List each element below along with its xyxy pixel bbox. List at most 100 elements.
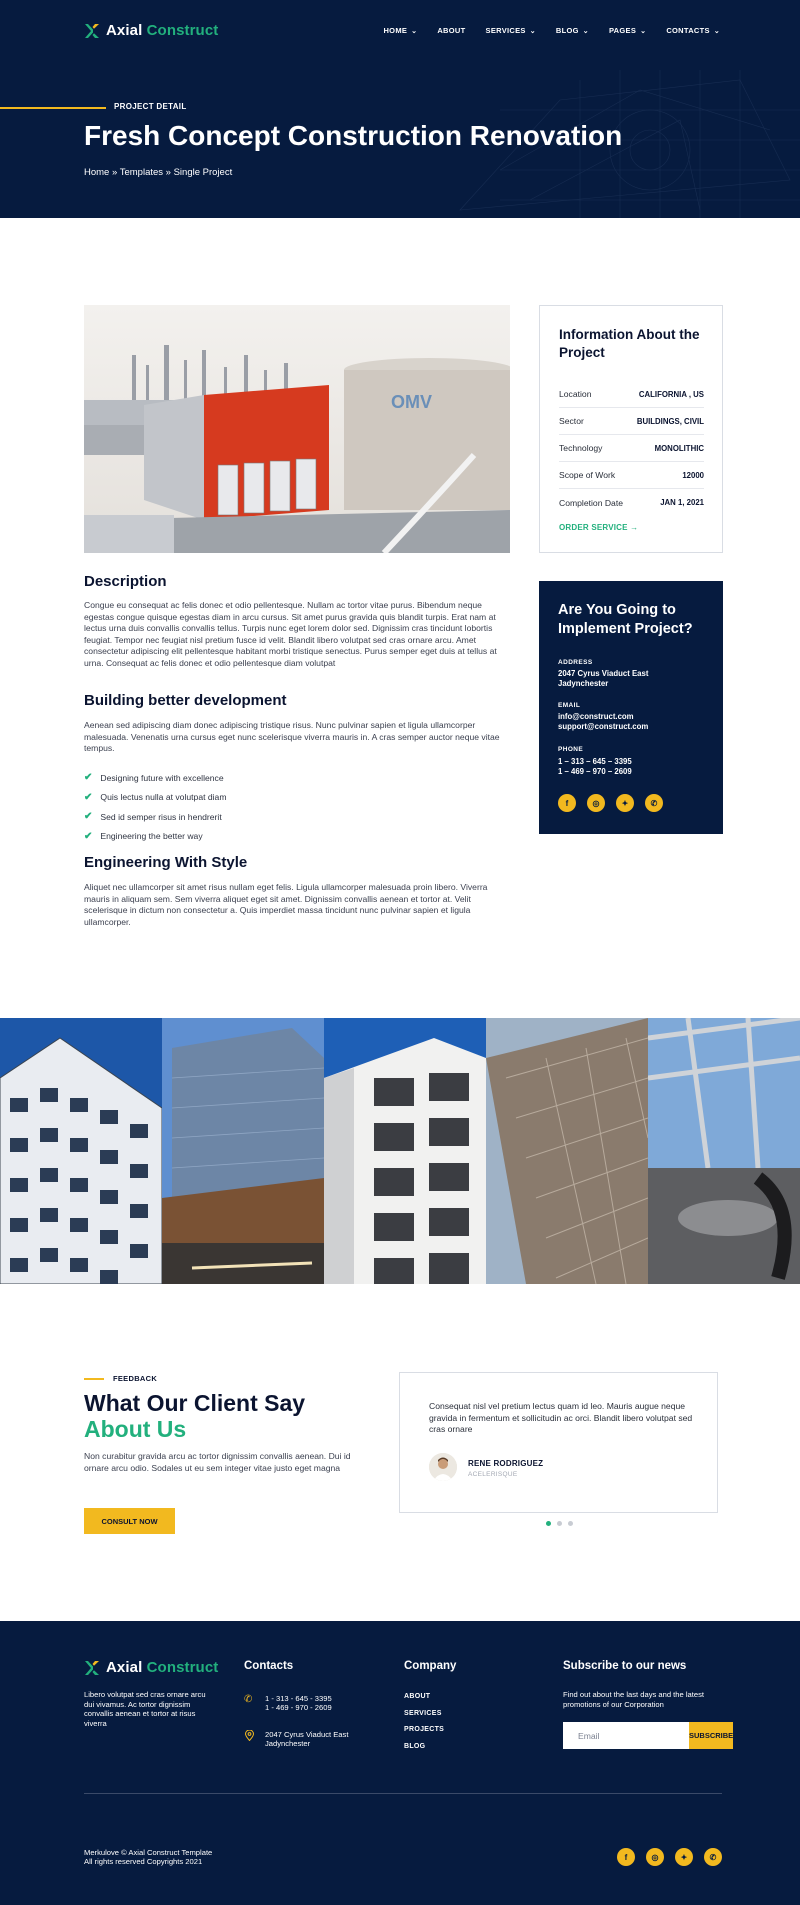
logo-mark-icon (85, 23, 99, 38)
page-title: Fresh Concept Construction Renovation (84, 120, 623, 151)
contact-card-title: Are You Going to Implement Project? (558, 602, 693, 637)
nav-item-services[interactable]: SERVICES ⌄ (486, 26, 536, 35)
eyebrow-divider (0, 107, 106, 109)
checkmark-icon: ✔ (84, 772, 93, 784)
brand-logo[interactable]: Axial Construct (84, 22, 218, 39)
svg-text:OMV: OMV (391, 392, 432, 412)
facebook-icon[interactable]: f (558, 794, 576, 812)
breadcrumb[interactable]: Home » Templates » Single Project (84, 167, 232, 178)
phone-value[interactable]: 1 – 313 – 645 – 3395 1 – 469 – 970 – 2609 (558, 757, 632, 776)
checkmark-icon: ✔ (84, 830, 93, 842)
feature-checklist: ✔ Designing future with excellence ✔ Quis … (84, 768, 510, 846)
description-heading: Description (84, 573, 167, 590)
feedback-title-accent: About Us (84, 1416, 187, 1442)
gallery-image[interactable] (0, 1018, 162, 1284)
info-row-sector: Sector BUILDINGS, CIVIL (559, 408, 704, 435)
project-info-card: Information About the Project Location CA… (539, 305, 723, 553)
list-item: ✔ Sed id semper risus in hendrerit (84, 811, 222, 823)
description-text: Congue eu consequat ac felis donec et od… (84, 600, 497, 668)
list-item: ✔ Engineering the better way (84, 830, 203, 842)
footer-link-services[interactable]: SERVICES (404, 1710, 444, 1727)
checkmark-icon: ✔ (84, 811, 93, 823)
facebook-icon[interactable]: f (617, 1848, 635, 1866)
gallery-image[interactable] (648, 1018, 800, 1284)
nav-item-blog[interactable]: BLOG ⌄ (556, 26, 589, 35)
main-menu: HOME ⌄ ABOUT SERVICES ⌄ BLOG ⌄ PAGES ⌄ CONTA… (383, 26, 720, 35)
footer-brand-name: Axial Construct (106, 1659, 219, 1676)
footer-company-heading: Company (404, 1660, 457, 1672)
page-header: Axial Construct HOME ⌄ ABOUT SERVICES ⌄ BL… (0, 0, 800, 218)
footer-link-about[interactable]: ABOUT (404, 1693, 444, 1710)
footer-about-text: Libero volutpat sed cras ornare arcu dui… (84, 1690, 206, 1728)
feedback-eyebrow: FEEDBACK (113, 1374, 158, 1383)
footer-logo[interactable]: Axial Construct (84, 1659, 218, 1676)
avatar (429, 1453, 457, 1481)
subscribe-button[interactable]: SUBSCRIBE (689, 1722, 734, 1749)
email-value[interactable]: info@construct.com support@construct.com (558, 712, 648, 731)
building-text: Aenean sed adipiscing diam donec adipisc… (84, 720, 500, 754)
gallery-image[interactable] (162, 1018, 324, 1284)
whatsapp-icon[interactable]: ✆ (704, 1848, 722, 1866)
location-pin-icon (244, 1730, 255, 1741)
testimonial-card: Consequat nisl vel pretium lectus quam i… (399, 1372, 718, 1513)
hero-eyebrow: PROJECT DETAIL (114, 102, 187, 111)
address-label: ADDRESS (558, 659, 593, 666)
testimonial-quote: Consequat nisl vel pretium lectus quam i… (429, 1401, 693, 1434)
nav-item-contacts[interactable]: CONTACTS ⌄ (666, 26, 720, 35)
nav-item-home[interactable]: HOME ⌄ (383, 26, 417, 35)
twitter-icon[interactable]: ✦ (616, 794, 634, 812)
slider-dot[interactable] (557, 1521, 562, 1526)
info-card-title: Information About the Project (559, 327, 700, 360)
footer-company-links: ABOUT SERVICES PROJECTS BLOG (404, 1693, 444, 1759)
chevron-down-icon: ⌄ (529, 27, 536, 35)
building-heading: Building better development (84, 692, 287, 709)
instagram-icon[interactable]: ◎ (646, 1848, 664, 1866)
info-row-scope: Scope of Work 12000 (559, 462, 704, 489)
engineering-heading: Engineering With Style (84, 854, 248, 871)
chevron-down-icon: ⌄ (640, 27, 647, 35)
nav-item-about[interactable]: ABOUT (437, 26, 465, 35)
info-row-technology: Technology MONOLITHIC (559, 435, 704, 462)
feedback-eyebrow-divider (84, 1378, 104, 1380)
email-label: EMAIL (558, 702, 581, 709)
phone-label: PHONE (558, 746, 584, 753)
project-photo: OMV (84, 305, 510, 553)
footer-phone[interactable]: ✆ 1 - 313 - 645 - 3395 1 - 469 - 970 - 26… (244, 1694, 332, 1713)
address-value: 2047 Cyrus Viaduct East Jadynchester (558, 669, 649, 688)
info-table: Location CALIFORNIA , US Sector BUILDINGS,… (559, 381, 704, 516)
gallery-image[interactable] (486, 1018, 648, 1284)
contact-card: Are You Going to Implement Project? ADDR… (539, 581, 723, 834)
gallery-image[interactable] (324, 1018, 486, 1284)
footer-link-blog[interactable]: BLOG (404, 1743, 444, 1760)
top-navigation: Axial Construct HOME ⌄ ABOUT SERVICES ⌄ BL… (84, 22, 724, 44)
list-item: ✔ Designing future with excellence (84, 772, 224, 784)
copyright: Merkulove © Axial Construct Template All … (84, 1848, 213, 1867)
instagram-icon[interactable]: ◎ (587, 794, 605, 812)
phone-icon: ✆ (244, 1694, 253, 1705)
chevron-down-icon: ⌄ (411, 27, 418, 35)
chevron-down-icon: ⌄ (582, 27, 589, 35)
order-service-link[interactable]: ORDER SERVICE → (559, 523, 638, 532)
footer-contacts-heading: Contacts (244, 1660, 294, 1672)
footer-subscribe-text: Find out about the last days and the lat… (563, 1690, 704, 1709)
whatsapp-icon[interactable]: ✆ (645, 794, 663, 812)
project-gallery (0, 1018, 800, 1284)
checkmark-icon: ✔ (84, 791, 93, 803)
social-links: f ◎ ✦ ✆ (558, 794, 663, 812)
slider-dot[interactable] (568, 1521, 573, 1526)
consult-now-button[interactable]: CONSULT NOW (84, 1508, 175, 1534)
nav-item-pages[interactable]: PAGES ⌄ (609, 26, 646, 35)
logo-mark-icon (85, 1660, 99, 1675)
slider-dot[interactable] (546, 1521, 551, 1526)
footer-address: 2047 Cyrus Viaduct East Jadynchester (244, 1730, 348, 1749)
footer-subscribe-heading: Subscribe to our news (563, 1660, 687, 1672)
feedback-title: What Our Client Say (84, 1390, 306, 1416)
twitter-icon[interactable]: ✦ (675, 1848, 693, 1866)
slider-pagination (546, 1521, 573, 1526)
subscribe-form: SUBSCRIBE (563, 1722, 734, 1749)
footer-link-projects[interactable]: PROJECTS (404, 1726, 444, 1743)
email-field[interactable] (563, 1722, 689, 1749)
engineering-text: Aliquet nec ullamcorper sit amet risus n… (84, 882, 488, 927)
feedback-text: Non curabitur gravida arcu ac tortor dig… (84, 1451, 351, 1473)
testimonial-author-name: RENE RODRIGUEZ (468, 1459, 544, 1468)
